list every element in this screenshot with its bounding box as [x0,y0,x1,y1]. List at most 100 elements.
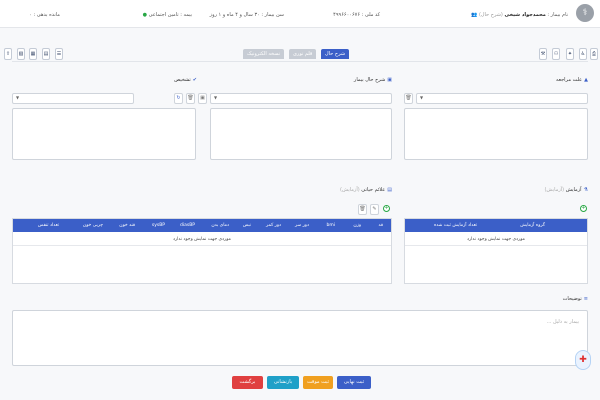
reason-title: ▲علت مراجعه [556,77,588,83]
balance-info: مانده بدهی : ۰ [29,12,60,18]
medical-help-icon[interactable]: ✚ [575,350,591,370]
insurance-value: تامین اجتماعی [148,12,179,18]
tests-col-count: تعداد آزمایش ثبت شده [433,223,477,228]
balance-value: ۰ [29,12,32,18]
vitals-edit-icon[interactable]: ✎ [370,204,379,215]
vitals-col-breath: تعداد تنفس [37,223,59,228]
row-divider [13,245,391,246]
print-icon[interactable]: ⎙ [590,48,598,60]
patient-name-info: نام بیمار : محمدجواد شیخی (شرح حال) 👥 [471,12,568,18]
warning-icon: ▲ [584,77,588,83]
national-code-info: کد ملی : ۴۹۹۶۶۰۰۶۷۶ [333,12,380,18]
back-button[interactable]: برگشت [232,376,263,389]
vitals-title: ▤علائم حیاتی (آزمایش) [340,187,392,193]
reason-textarea[interactable] [404,108,588,160]
vitals-hint: (آزمایش) [340,187,360,193]
tests-table-header: گروه آزمایش تعداد آزمایش ثبت شده [405,219,587,232]
diagnosis-title: ✔تشخیص [174,77,197,83]
app-logo-icon[interactable]: ⚕ [576,4,594,22]
check-circle-icon: ✔ [192,77,197,83]
chevron-down-icon: ▼ [16,95,20,100]
tests-hint: (آزمایش) [544,187,565,193]
tab-pen[interactable]: قلم نوری [289,49,317,59]
reason-label: علت مراجعه [555,77,583,83]
vitals-col-sysbp: sysBP [151,223,165,228]
tests-table: گروه آزمایش تعداد آزمایش ثبت شده موردی ج… [404,218,588,284]
vitals-col-sugar: قند خون [119,223,135,228]
diagnosis-textarea[interactable] [12,108,196,160]
temp-save-button[interactable]: ثبت موقت [303,376,333,389]
vitals-empty-message: موردی جهت نمایش وجود ندارد [173,237,231,242]
walk-icon[interactable]: ✦ [566,48,574,60]
tab-history[interactable]: شرح حال [321,49,350,59]
history-refresh-icon[interactable]: ↻ [174,93,183,104]
row-divider [405,245,587,246]
vitals-col-fat: چربی خون [82,223,103,228]
family-icon[interactable]: ⚇ [552,48,560,60]
notes-textarea[interactable]: بیمار به دلیل ... [12,310,588,366]
age-label: سن بیمار : [261,12,284,18]
heartbeat-icon: ▤ [387,187,392,193]
flask-icon: ⚗ [583,187,588,193]
tests-add-icon[interactable]: + [580,205,587,212]
file-icon[interactable]: ▧ [17,48,25,60]
vitals-delete-icon[interactable]: 🗑 [358,204,367,215]
vitals-col-diasbp: diasBP [179,223,195,228]
insurance-label: بیمه : [180,12,192,18]
vitals-add-icon[interactable]: + [383,205,390,212]
history-textarea[interactable] [210,108,392,160]
reset-button[interactable]: بازنشانی [267,376,299,389]
insurance-info: بیمه : تامین اجتماعی ● [143,12,192,18]
age-value: ۳۰ سال و ۴ ماه و ۱ روز [209,12,260,18]
grid-icon[interactable]: ▦ [29,48,37,60]
vitals-col-weight: وزن [353,223,361,228]
divider [12,61,588,62]
patient-info-bar: ⚕ نام بیمار : محمدجواد شیخی (شرح حال) 👥 … [0,0,600,28]
vitals-col-bmi: bmi [326,223,336,228]
vitals-table-header: قد وزن bmi دور سر دور کمر نبض دمای بدن d… [13,219,391,232]
history-link[interactable]: (شرح حال) [479,12,503,18]
tab-e-prescription[interactable]: نسخه الکترونیک [243,49,285,59]
vitals-table: قد وزن bmi دور سر دور کمر نبض دمای بدن d… [12,218,392,284]
final-save-button[interactable]: ثبت نهایی [337,376,371,389]
history-title: ▣شرح حال بیمار [354,77,392,83]
diagnosis-label: تشخیص [174,77,191,83]
chevron-down-icon: ▼ [214,95,218,100]
code-value: ۴۹۹۶۶۰۰۶۷۶ [333,12,361,18]
notes-icon: ≡ [583,296,588,302]
tests-title: ⚗آزمایش (آزمایش) [544,187,588,193]
status-dot-icon: ● [142,12,147,18]
list-icon[interactable]: ☰ [55,48,63,60]
notes-placeholder: بیمار به دلیل ... [546,319,579,325]
reason-delete-icon[interactable]: 🗑 [404,93,413,104]
reason-select[interactable]: ▼ [416,93,588,104]
history-select[interactable]: ▼ [210,93,392,104]
age-info: سن بیمار : ۳۰ سال و ۴ ماه و ۱ روز [210,12,284,18]
history-save-icon[interactable]: ▣ [198,93,207,104]
tests-label: آزمایش [565,187,582,193]
person-icon[interactable]: ♿ [579,48,587,60]
history-delete-icon[interactable]: 🗑 [186,93,195,104]
code-label: کد ملی : [361,12,380,18]
document-icon[interactable]: ▤ [42,48,50,60]
document-icon: ▣ [387,77,392,83]
users-icon: 👥 [471,12,478,18]
tests-col-group: گروه آزمایش [520,223,545,228]
export-icon[interactable]: ⇪ [4,48,12,60]
vitals-col-height: قد [378,223,383,228]
history-label: شرح حال بیمار [353,77,386,83]
tests-empty-message: موردی جهت نمایش وجود ندارد [467,237,525,242]
diagnosis-select[interactable]: ▼ [12,93,134,104]
notes-label: توضیحات [562,296,582,302]
vitals-col-waist: دور کمر [265,223,281,228]
patient-label: نام بیمار : [547,12,568,18]
vitals-col-pulse: نبض [242,223,251,228]
notes-title: ≡توضیحات [563,296,588,302]
vitals-col-head: دور سر [294,223,309,228]
balance-label: مانده بدهی : [33,12,60,18]
tools-icon[interactable]: ⚒ [539,48,547,60]
vitals-label: علائم حیاتی [361,187,386,193]
vitals-col-temp: دمای بدن [211,223,229,228]
chevron-down-icon: ▼ [420,95,424,100]
patient-name: محمدجواد شیخی [504,12,546,18]
